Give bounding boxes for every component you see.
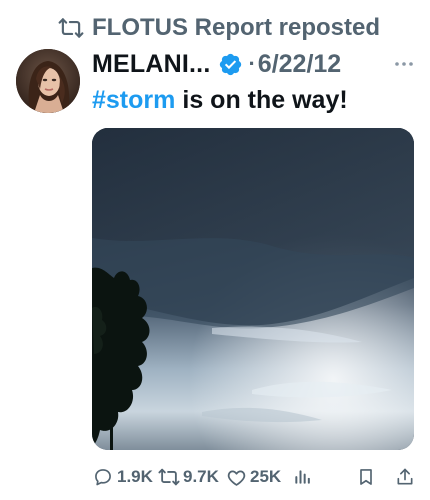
avatar[interactable] xyxy=(16,49,80,113)
like-count: 25K xyxy=(250,467,282,486)
repost-icon xyxy=(158,466,180,488)
post-date[interactable]: 6/22/12 xyxy=(258,50,341,79)
views-button[interactable] xyxy=(291,466,313,488)
repost-count: 9.7K xyxy=(183,467,219,486)
reply-icon xyxy=(92,466,114,488)
reply-button[interactable]: 1.9K xyxy=(92,466,153,488)
share-button[interactable] xyxy=(394,466,416,488)
like-button[interactable]: 25K xyxy=(225,466,281,488)
post-media-photo[interactable] xyxy=(92,128,414,450)
display-name[interactable]: MELANI... xyxy=(92,50,210,79)
storm-clouds-photo xyxy=(92,128,414,450)
separator-dot: · xyxy=(248,51,256,76)
bookmark-button[interactable] xyxy=(355,466,377,488)
repost-button[interactable]: 9.7K xyxy=(158,466,219,488)
verified-badge-icon xyxy=(218,52,243,77)
post-text-rest: is on the way! xyxy=(182,85,348,114)
repost-icon xyxy=(58,15,84,41)
bookmark-icon xyxy=(355,466,377,488)
like-icon xyxy=(225,466,247,488)
reply-count: 1.9K xyxy=(117,467,153,486)
repost-context[interactable]: FLOTUS Report reposted xyxy=(58,12,380,44)
more-icon[interactable] xyxy=(391,51,417,77)
hashtag-link[interactable]: #storm xyxy=(92,86,175,115)
action-bar: 1.9K 9.7K 25K xyxy=(92,461,414,493)
views-icon xyxy=(291,466,313,488)
post-text: #storm is on the way! xyxy=(92,83,348,117)
share-icon xyxy=(394,466,416,488)
repost-label: FLOTUS Report reposted xyxy=(92,14,381,41)
post-header: MELANI... · 6/22/12 xyxy=(92,47,417,81)
